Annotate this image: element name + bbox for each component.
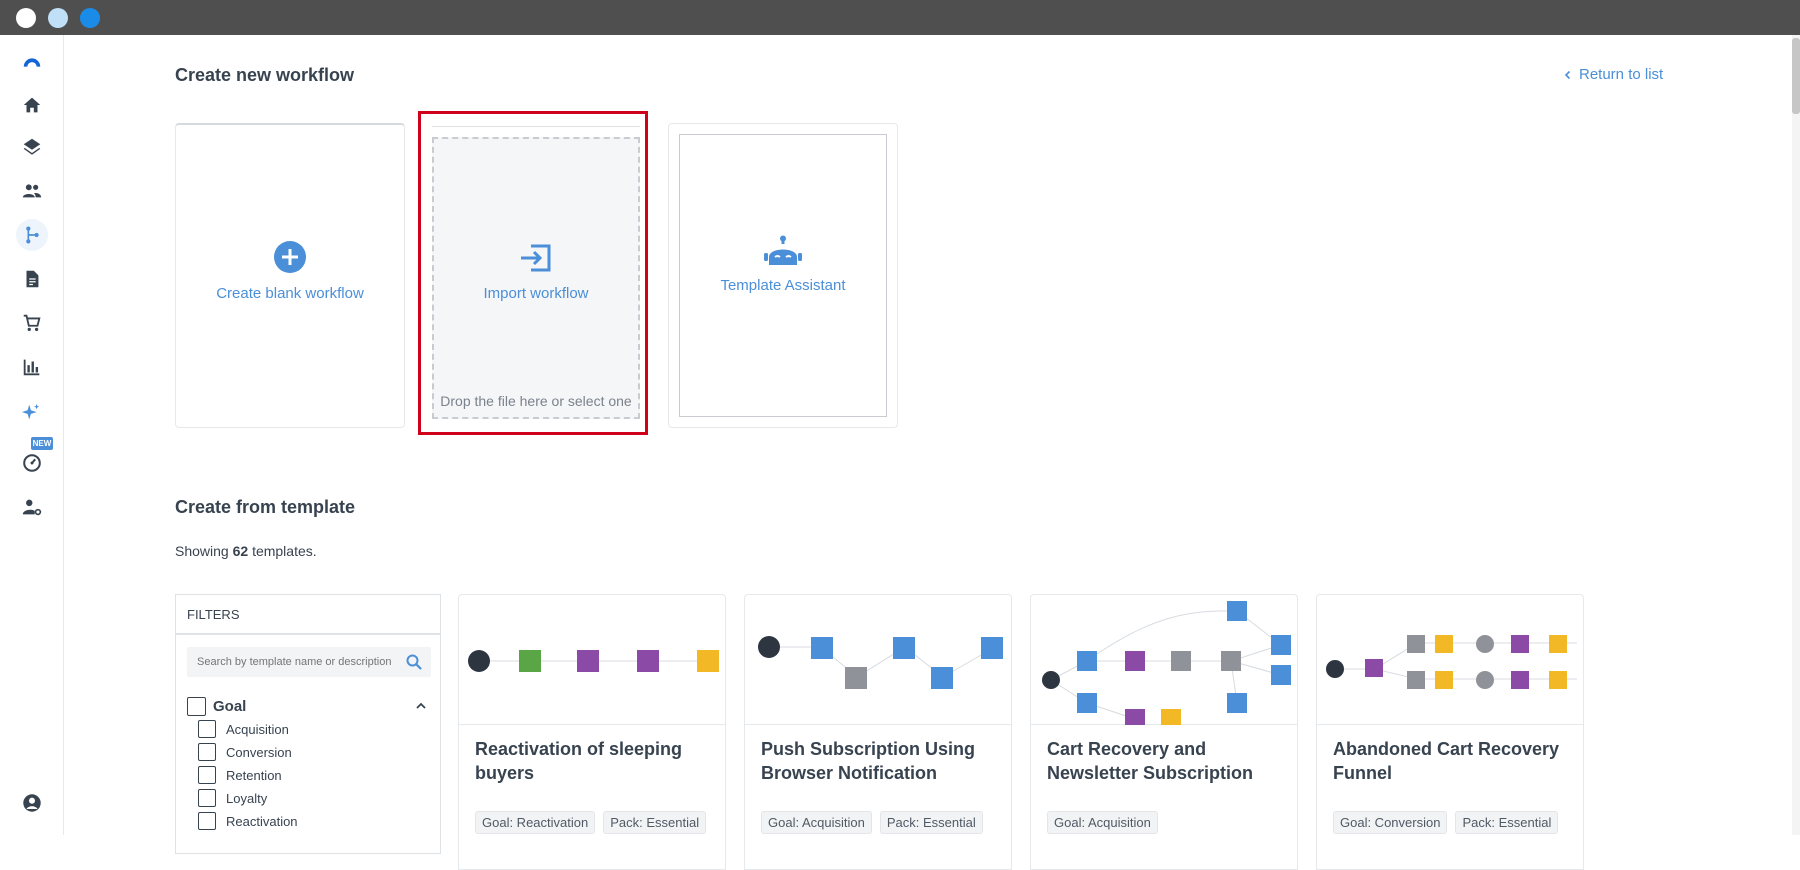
- template-assistant-card[interactable]: Template Assistant: [668, 123, 898, 428]
- page-scrollbar[interactable]: [1792, 35, 1800, 835]
- window-maximize-button[interactable]: [80, 8, 100, 28]
- acquisition-checkbox[interactable]: [198, 720, 216, 738]
- template-tags: Goal: Reactivation Pack: Essential: [475, 811, 707, 834]
- goal-checkbox[interactable]: [187, 696, 206, 716]
- template-assistant-label: Template Assistant: [720, 277, 846, 294]
- chart-icon[interactable]: [16, 351, 48, 383]
- import-workflow-card[interactable]: Import workflow Drop the file here or se…: [418, 111, 648, 435]
- workflow-icon[interactable]: [16, 219, 48, 251]
- loyalty-checkbox[interactable]: [198, 789, 216, 807]
- workflow-preview: [459, 595, 725, 725]
- sidebar: NEW: [0, 35, 64, 835]
- template-section-title: Create from template: [175, 497, 356, 517]
- user-settings-icon[interactable]: [16, 491, 48, 523]
- goal-option-label: Retention: [226, 767, 282, 783]
- return-label: Return to list: [1579, 66, 1664, 83]
- conversion-checkbox[interactable]: [198, 743, 216, 761]
- template-search: [187, 647, 431, 677]
- workflow-preview: [745, 595, 1011, 725]
- template-tags: Goal: Acquisition Pack: Essential: [761, 811, 983, 834]
- template-count-text: Showing 62 templates.: [175, 543, 317, 559]
- chevron-left-icon: [1564, 70, 1571, 79]
- template-tag: Goal: Conversion: [1333, 811, 1448, 834]
- plus-circle-icon: [273, 240, 307, 279]
- drop-file-hint: Drop the file here or select one: [440, 393, 632, 409]
- template-title: Cart Recovery and Newsletter Subscriptio…: [1047, 739, 1254, 783]
- template-tag: Goal: Reactivation: [475, 811, 596, 834]
- template-title: Push Subscription Using Browser Notifica…: [761, 739, 976, 783]
- home-icon[interactable]: [16, 89, 48, 121]
- goal-option[interactable]: Conversion: [198, 742, 292, 762]
- layers-icon[interactable]: [16, 131, 48, 163]
- goal-option[interactable]: Loyalty: [198, 788, 267, 808]
- filters-panel: FILTERS Goal Acquisition Conversion Rete…: [175, 594, 441, 854]
- file-drop-zone[interactable]: Import workflow Drop the file here or se…: [432, 137, 640, 419]
- chevron-up-icon[interactable]: [415, 700, 427, 712]
- template-title: Abandoned Cart Recovery Funnel: [1333, 739, 1560, 783]
- document-icon[interactable]: [16, 263, 48, 295]
- template-title: Reactivation of sleeping buyers: [475, 739, 683, 783]
- cart-icon[interactable]: [16, 307, 48, 339]
- search-icon[interactable]: [405, 653, 423, 671]
- logo-icon[interactable]: [16, 47, 48, 79]
- template-card[interactable]: Reactivation of sleeping buyers Goal: Re…: [458, 594, 726, 870]
- goal-option[interactable]: Acquisition: [198, 719, 289, 739]
- goal-option[interactable]: Retention: [198, 765, 282, 785]
- showing-prefix: Showing: [175, 543, 229, 559]
- import-icon: [519, 243, 553, 278]
- showing-suffix: templates.: [252, 543, 317, 559]
- template-tag: Pack: Essential: [1455, 811, 1559, 834]
- return-to-list-link[interactable]: Return to list: [1563, 66, 1663, 83]
- template-count: 62: [232, 543, 249, 559]
- robot-icon: [763, 235, 803, 274]
- template-card[interactable]: Push Subscription Using Browser Notifica…: [744, 594, 1012, 870]
- profile-icon[interactable]: [16, 787, 48, 819]
- main-content: Create new workflow Return to list Creat…: [64, 35, 1792, 870]
- contacts-icon[interactable]: [16, 175, 48, 207]
- template-card[interactable]: Abandoned Cart Recovery Funnel Goal: Con…: [1316, 594, 1584, 870]
- template-tag: Goal: Acquisition: [1047, 811, 1158, 834]
- template-tag: Pack: Essential: [603, 811, 707, 834]
- scrollbar-thumb[interactable]: [1792, 38, 1800, 114]
- workflow-preview: [1317, 595, 1583, 725]
- template-card[interactable]: Cart Recovery and Newsletter Subscriptio…: [1030, 594, 1298, 870]
- retention-checkbox[interactable]: [198, 766, 216, 784]
- filters-heading: FILTERS: [176, 595, 440, 635]
- template-tags: Goal: Acquisition: [1047, 811, 1158, 834]
- goal-option-label: Reactivation: [226, 813, 298, 829]
- page-title: Create new workflow: [175, 65, 355, 85]
- reactivation-checkbox[interactable]: [198, 812, 216, 830]
- template-search-input[interactable]: [197, 647, 397, 677]
- dashboard-icon[interactable]: [16, 447, 48, 479]
- ai-sparkle-icon[interactable]: [16, 397, 48, 429]
- template-tag: Pack: Essential: [879, 811, 983, 834]
- import-label: Import workflow: [483, 285, 589, 302]
- window-titlebar: [0, 0, 1800, 35]
- card-divider: [432, 126, 640, 127]
- goal-option-label: Conversion: [226, 744, 292, 760]
- create-blank-card[interactable]: Create blank workflow: [175, 123, 405, 428]
- window-close-button[interactable]: [16, 8, 36, 28]
- goal-label: Goal: [213, 697, 247, 715]
- goal-option-label: Acquisition: [226, 721, 289, 737]
- goal-option-label: Loyalty: [226, 790, 268, 806]
- goal-option[interactable]: Reactivation: [198, 811, 298, 831]
- template-tags: Goal: Conversion Pack: Essential: [1333, 811, 1559, 834]
- goal-filter-group: Goal: [187, 695, 431, 717]
- template-tag: Goal: Acquisition: [761, 811, 872, 834]
- workflow-preview: [1031, 595, 1297, 725]
- window-minimize-button[interactable]: [48, 8, 68, 28]
- create-blank-label: Create blank workflow: [216, 285, 364, 302]
- template-assistant-box: Template Assistant: [679, 134, 887, 417]
